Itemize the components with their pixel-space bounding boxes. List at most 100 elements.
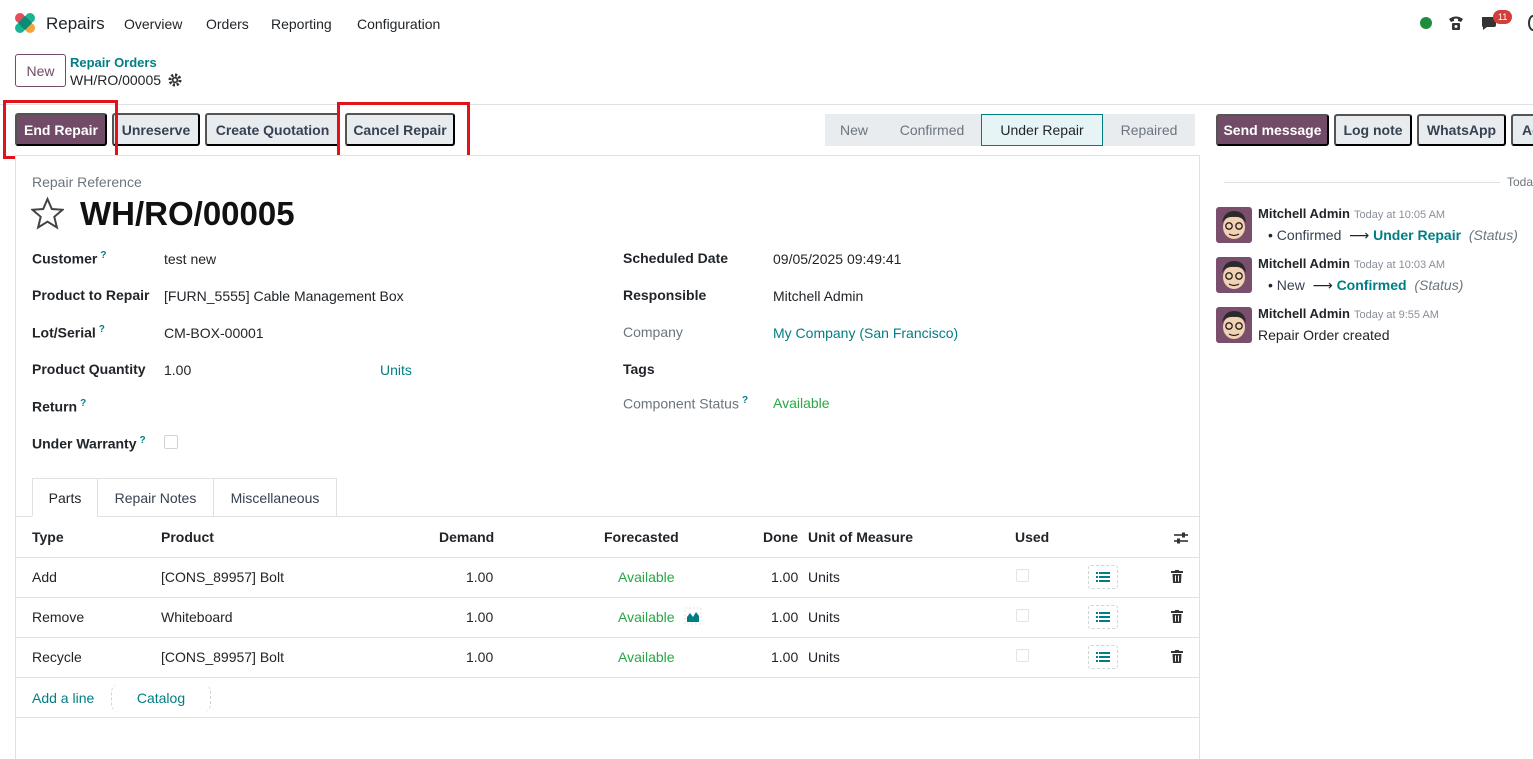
- tracking-value: • New ⟶ Confirmed (Status): [1268, 277, 1464, 293]
- cell-type[interactable]: Remove: [32, 609, 84, 625]
- activities-button[interactable]: Ac: [1511, 114, 1533, 146]
- responsible-field[interactable]: Mitchell Admin: [773, 288, 863, 304]
- cell-forecasted: Available: [618, 649, 675, 665]
- trash-icon[interactable]: [1171, 650, 1183, 663]
- top-navbar: Repairs Overview Orders Reporting Config…: [0, 0, 1533, 46]
- lot-serial-label: Lot/Serial?: [32, 324, 105, 341]
- tab-repair-notes[interactable]: Repair Notes: [97, 478, 214, 517]
- tab-parts[interactable]: Parts: [32, 478, 98, 517]
- stage-new[interactable]: New: [825, 114, 883, 146]
- customer-field[interactable]: test new: [164, 251, 216, 267]
- unreserve-button[interactable]: Unreserve: [112, 113, 200, 146]
- col-used[interactable]: Used: [1015, 529, 1049, 545]
- col-type[interactable]: Type: [32, 529, 64, 545]
- nav-configuration[interactable]: Configuration: [357, 16, 440, 32]
- repair-reference-label: Repair Reference: [32, 174, 142, 190]
- message-body: Repair Order created: [1258, 327, 1390, 343]
- message-author[interactable]: Mitchell Admin Today at 10:05 AM: [1258, 206, 1445, 221]
- product-to-repair-label: Product to Repair: [32, 287, 150, 303]
- tab-baseline-left: [16, 516, 32, 517]
- stage-repaired[interactable]: Repaired: [1103, 114, 1195, 146]
- cell-forecasted: Available: [618, 609, 675, 625]
- trash-icon[interactable]: [1171, 610, 1183, 623]
- under-warranty-checkbox[interactable]: [164, 435, 178, 449]
- cell-done[interactable]: 1.00: [771, 649, 798, 665]
- customer-label: Customer?: [32, 250, 107, 267]
- used-checkbox[interactable]: [1016, 609, 1029, 622]
- star-icon[interactable]: [31, 197, 64, 230]
- form-sheet: [15, 155, 1200, 759]
- forecast-report-icon[interactable]: [684, 607, 702, 625]
- repairs-app-icon[interactable]: [14, 12, 36, 34]
- stage-confirmed[interactable]: Confirmed: [883, 114, 981, 146]
- messages-count-badge: 11: [1493, 10, 1513, 24]
- product-quantity-label: Product Quantity: [32, 361, 146, 377]
- phone-icon[interactable]: [1447, 14, 1465, 32]
- col-product[interactable]: Product: [161, 529, 214, 545]
- under-warranty-label: Under Warranty?: [32, 435, 146, 452]
- stage-under-repair[interactable]: Under Repair: [981, 114, 1103, 146]
- log-note-button[interactable]: Log note: [1334, 114, 1412, 146]
- col-forecasted[interactable]: Forecasted: [604, 529, 679, 545]
- cell-product[interactable]: [CONS_89957] Bolt: [161, 569, 284, 585]
- details-list-icon[interactable]: [1088, 565, 1118, 589]
- cell-demand[interactable]: 1.00: [466, 569, 493, 585]
- catalog-button[interactable]: Catalog: [111, 684, 211, 712]
- lot-serial-field[interactable]: CM-BOX-00001: [164, 325, 264, 341]
- tracking-value: • Confirmed ⟶ Under Repair (Status): [1268, 227, 1518, 243]
- clock-icon[interactable]: [1528, 15, 1533, 31]
- cell-demand[interactable]: 1.00: [466, 649, 493, 665]
- component-status-label: Component Status?: [623, 395, 749, 412]
- add-line-link[interactable]: Add a line: [32, 690, 94, 706]
- cell-done[interactable]: 1.00: [771, 609, 798, 625]
- whatsapp-button[interactable]: WhatsApp: [1417, 114, 1506, 146]
- row-separator: [16, 557, 1199, 558]
- cell-product[interactable]: Whiteboard: [161, 609, 233, 625]
- col-demand[interactable]: Demand: [439, 529, 494, 545]
- scheduled-date-field[interactable]: 09/05/2025 09:49:41: [773, 251, 901, 267]
- create-quotation-button[interactable]: Create Quotation: [205, 113, 340, 146]
- avatar[interactable]: [1216, 207, 1252, 243]
- product-to-repair-field[interactable]: [FURN_5555] Cable Management Box: [164, 288, 404, 304]
- cell-uom[interactable]: Units: [808, 609, 840, 625]
- details-list-icon[interactable]: [1088, 605, 1118, 629]
- new-record-button[interactable]: New: [15, 54, 66, 87]
- nav-overview[interactable]: Overview: [124, 16, 182, 32]
- nav-orders[interactable]: Orders: [206, 16, 249, 32]
- company-field[interactable]: My Company (San Francisco): [773, 325, 958, 341]
- nav-reporting[interactable]: Reporting: [271, 16, 332, 32]
- tab-miscellaneous[interactable]: Miscellaneous: [213, 478, 337, 517]
- gear-icon[interactable]: [168, 73, 182, 87]
- send-message-button[interactable]: Send message: [1216, 114, 1329, 146]
- cell-forecasted: Available: [618, 569, 675, 585]
- message-author[interactable]: Mitchell Admin Today at 10:03 AM: [1258, 256, 1445, 271]
- app-name[interactable]: Repairs: [46, 14, 105, 34]
- header-divider: [0, 104, 1533, 105]
- cell-done[interactable]: 1.00: [771, 569, 798, 585]
- breadcrumb-repair-orders[interactable]: Repair Orders: [70, 55, 157, 70]
- avatar[interactable]: [1216, 257, 1252, 293]
- product-quantity-field[interactable]: 1.00: [164, 362, 191, 378]
- date-separator-line: [1224, 182, 1500, 183]
- tab-baseline-right: [337, 516, 1199, 517]
- highlight-cancel-repair: [337, 102, 470, 158]
- cell-type[interactable]: Add: [32, 569, 57, 585]
- cell-product[interactable]: [CONS_89957] Bolt: [161, 649, 284, 665]
- message-author[interactable]: Mitchell Admin Today at 9:55 AM: [1258, 306, 1439, 321]
- details-list-icon[interactable]: [1088, 645, 1118, 669]
- col-done[interactable]: Done: [763, 529, 798, 545]
- cell-demand[interactable]: 1.00: [466, 609, 493, 625]
- optional-columns-icon[interactable]: [1173, 531, 1189, 545]
- used-checkbox[interactable]: [1016, 569, 1029, 582]
- presence-status-icon[interactable]: [1420, 17, 1432, 29]
- col-uom[interactable]: Unit of Measure: [808, 529, 913, 545]
- trash-icon[interactable]: [1171, 570, 1183, 583]
- cell-uom[interactable]: Units: [808, 649, 840, 665]
- record-title[interactable]: WH/RO/00005: [80, 195, 295, 233]
- responsible-label: Responsible: [623, 287, 707, 303]
- cell-type[interactable]: Recycle: [32, 649, 82, 665]
- avatar[interactable]: [1216, 307, 1252, 343]
- quantity-uom-field[interactable]: Units: [380, 362, 412, 378]
- cell-uom[interactable]: Units: [808, 569, 840, 585]
- used-checkbox[interactable]: [1016, 649, 1029, 662]
